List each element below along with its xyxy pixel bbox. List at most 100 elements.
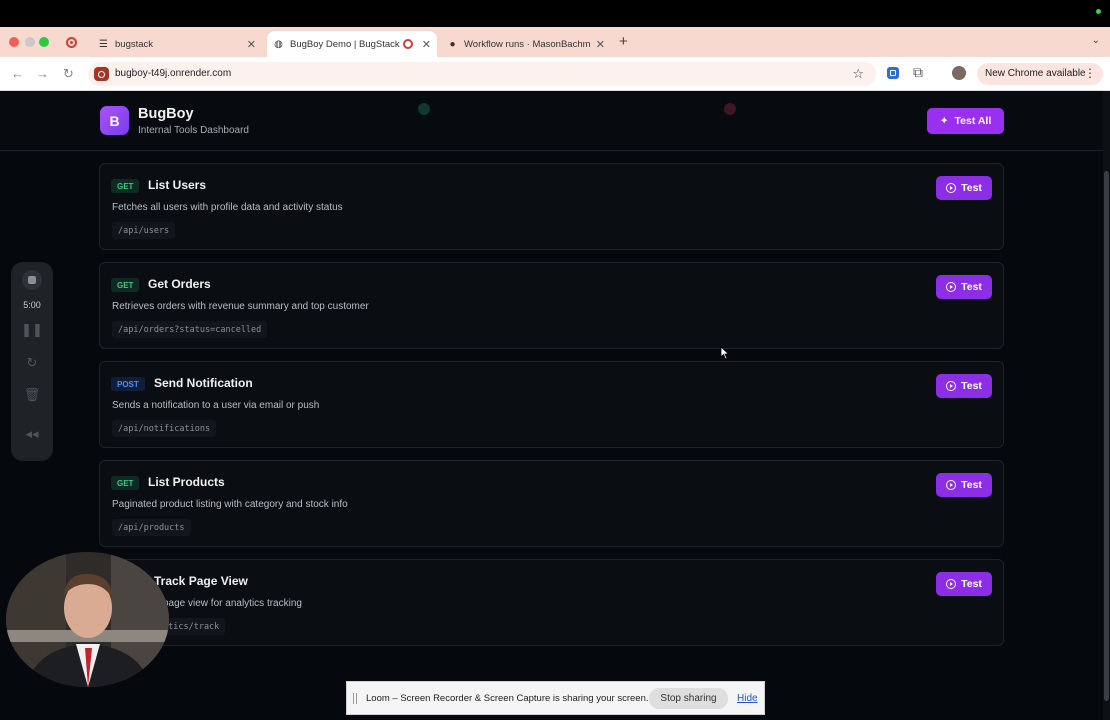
test-button[interactable]: Test	[936, 473, 992, 497]
back-icon[interactable]: ←	[11, 66, 24, 81]
close-window-button[interactable]	[9, 37, 19, 47]
endpoint-title: Track Page View	[154, 574, 248, 588]
more-menu-icon[interactable]: ⋮	[1084, 66, 1096, 80]
new-tab-button[interactable]: +	[619, 33, 628, 50]
play-icon	[946, 183, 957, 193]
endpoint-description: Fetches all users with profile data and …	[112, 202, 343, 213]
endpoint-title: Get Orders	[148, 277, 211, 291]
screen: ☰ bugstack ✕ ◍ BugBoy Demo | BugStack ✕ …	[0, 0, 1110, 720]
url-text: bugboy-t49j.onrender.com	[115, 68, 232, 79]
tab-title: Workflow runs · MasonBachm	[464, 38, 591, 50]
pause-icon[interactable]: ❚❚	[11, 322, 53, 338]
endpoint-title: List Products	[148, 475, 225, 489]
site-info-icon[interactable]	[94, 67, 109, 81]
scrollbar-thumb[interactable]	[1104, 171, 1109, 701]
test-all-label: Test All	[954, 115, 992, 127]
tab-title: BugBoy Demo | BugStack	[290, 38, 400, 50]
hide-link[interactable]: Hide	[737, 693, 758, 704]
tab-bugboy-demo[interactable]: ◍ BugBoy Demo | BugStack ✕	[267, 31, 437, 57]
endpoint-title: Send Notification	[154, 376, 253, 390]
method-badge: GET	[111, 179, 140, 193]
endpoint-description: page view for analytics tracking	[163, 598, 302, 609]
endpoint-path: /api/orders?status=cancelled	[112, 321, 268, 338]
endpoint-path: /api/products	[112, 519, 191, 536]
endpoint-description: Sends a notification to a user via email…	[112, 400, 320, 411]
tab-workflow-runs[interactable]: ● Workflow runs · MasonBachm ✕	[441, 31, 611, 57]
github-icon: ●	[449, 38, 456, 50]
app-header: B BugBoy Internal Tools Dashboard ✦ Test…	[0, 91, 1103, 151]
close-tab-icon[interactable]: ✕	[596, 38, 605, 51]
endpoint-card: GET Get Orders Retrieves orders with rev…	[99, 262, 1004, 349]
collapse-icon[interactable]: ◂◂	[11, 426, 53, 442]
forward-icon[interactable]: →	[36, 66, 49, 81]
address-bar[interactable]: bugboy-t49j.onrender.com ☆	[88, 62, 876, 86]
test-button[interactable]: Test	[936, 176, 992, 200]
endpoint-description: Paginated product listing with category …	[112, 499, 348, 510]
tab-recording-icon	[403, 39, 413, 49]
address-toolbar: ← → ↻ bugboy-t49j.onrender.com ☆ ⧉ New C…	[0, 57, 1110, 91]
list-icon: ☰	[99, 38, 108, 50]
test-label: Test	[961, 380, 982, 392]
recording-indicator-icon	[1096, 9, 1101, 14]
test-button[interactable]: Test	[936, 374, 992, 398]
drag-handle-icon[interactable]	[353, 693, 357, 704]
restart-icon[interactable]: ↻	[11, 355, 53, 371]
method-badge: GET	[111, 476, 140, 490]
test-all-button[interactable]: ✦ Test All	[927, 108, 1004, 134]
status-dot-icon	[724, 103, 736, 115]
play-icon	[946, 381, 957, 391]
sparkle-icon: ✦	[939, 115, 949, 127]
screen-sharing-banner: Loom – Screen Recorder & Screen Capture …	[346, 681, 765, 715]
play-icon	[946, 480, 957, 490]
loom-control-bar: 5:00 ❚❚ ↻ 🗑 ◂◂	[11, 262, 53, 461]
reload-icon[interactable]: ↻	[63, 66, 74, 82]
method-badge: POST	[111, 377, 145, 391]
endpoint-card: GET List Products Paginated product list…	[99, 460, 1004, 547]
maximize-window-button[interactable]	[39, 37, 49, 47]
app-logo: B	[100, 106, 129, 135]
app-subtitle: Internal Tools Dashboard	[138, 125, 249, 136]
endpoint-path: /api/notifications	[112, 420, 217, 437]
stop-recording-button[interactable]	[22, 270, 42, 290]
tab-search-chevron-icon[interactable]: ⌄	[1092, 35, 1100, 46]
recording-icon	[66, 37, 77, 48]
globe-icon: ◍	[274, 38, 283, 50]
test-button[interactable]: Test	[936, 275, 992, 299]
endpoint-description: Retrieves orders with revenue summary an…	[112, 301, 369, 312]
test-label: Test	[961, 479, 982, 491]
method-badge: GET	[111, 278, 140, 292]
endpoint-card: GET List Users Fetches all users with pr…	[99, 163, 1004, 250]
endpoint-card: Track Page View page view for analytics …	[99, 559, 1004, 646]
close-tab-icon[interactable]: ✕	[247, 38, 256, 51]
test-label: Test	[961, 281, 982, 293]
test-label: Test	[961, 182, 982, 194]
trash-icon[interactable]: 🗑	[11, 387, 53, 403]
extensions-puzzle-icon[interactable]: ⧉	[913, 64, 923, 81]
profile-avatar[interactable]	[952, 66, 966, 80]
app-title: BugBoy	[138, 106, 194, 122]
play-icon	[946, 579, 957, 589]
webcam-bubble[interactable]	[6, 552, 169, 687]
tab-bugstack[interactable]: ☰ bugstack ✕	[92, 31, 262, 57]
webcam-feed	[6, 552, 169, 687]
tab-strip: ☰ bugstack ✕ ◍ BugBoy Demo | BugStack ✕ …	[0, 27, 1110, 57]
minimize-window-button[interactable]	[25, 37, 35, 47]
endpoint-path: /api/users	[112, 222, 176, 239]
stop-sharing-button[interactable]: Stop sharing	[649, 688, 728, 709]
recording-timer: 5:00	[23, 300, 41, 310]
close-tab-icon[interactable]: ✕	[422, 38, 431, 51]
test-label: Test	[961, 578, 982, 590]
status-dot-icon	[418, 103, 430, 115]
scrollbar[interactable]	[1103, 91, 1110, 720]
update-label: New Chrome available	[985, 68, 1086, 79]
update-chrome-button[interactable]: New Chrome available ⋮	[977, 63, 1103, 85]
bookmark-star-icon[interactable]: ☆	[852, 66, 864, 82]
mouse-cursor-icon	[720, 346, 730, 360]
endpoint-title: List Users	[148, 178, 207, 192]
test-button[interactable]: Test	[936, 572, 992, 596]
sharing-message: Loom – Screen Recorder & Screen Capture …	[366, 693, 649, 704]
tab-title: bugstack	[115, 38, 154, 50]
endpoint-card: POST Send Notification Sends a notificat…	[99, 361, 1004, 448]
play-icon	[946, 282, 957, 292]
extension-icon[interactable]	[887, 67, 899, 79]
